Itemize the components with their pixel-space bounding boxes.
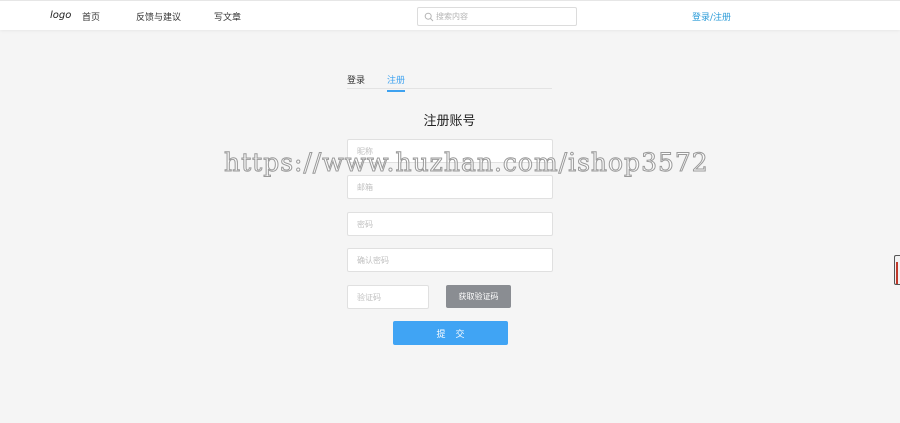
nav-feedback-link[interactable]: 反馈与建议 <box>136 10 181 23</box>
search-icon <box>424 12 434 22</box>
auth-tabs: 登录 注册 <box>347 70 552 92</box>
submit-button[interactable]: 提交 <box>393 321 508 345</box>
verification-code-input[interactable] <box>347 285 429 309</box>
get-verification-code-button[interactable]: 获取验证码 <box>446 285 511 308</box>
tab-register[interactable]: 注册 <box>387 73 406 92</box>
login-register-link[interactable]: 登录/注册 <box>692 10 731 23</box>
email-input[interactable] <box>347 175 553 199</box>
password-input[interactable] <box>347 212 553 236</box>
nav-write-article-link[interactable]: 写文章 <box>214 10 241 23</box>
nav-home-link[interactable]: 首页 <box>82 10 100 23</box>
logo[interactable]: logo <box>50 10 71 21</box>
confirm-password-input[interactable] <box>347 248 553 272</box>
side-scroll-widget[interactable] <box>894 255 900 285</box>
side-widget-indicator <box>896 262 898 284</box>
search-input[interactable] <box>434 9 574 24</box>
tab-login[interactable]: 登录 <box>347 73 365 90</box>
form-title: 注册账号 <box>423 114 476 129</box>
top-header: logo 首页 反馈与建议 写文章 登录/注册 <box>0 0 900 30</box>
search-box <box>417 7 577 26</box>
nickname-input[interactable] <box>347 139 553 163</box>
